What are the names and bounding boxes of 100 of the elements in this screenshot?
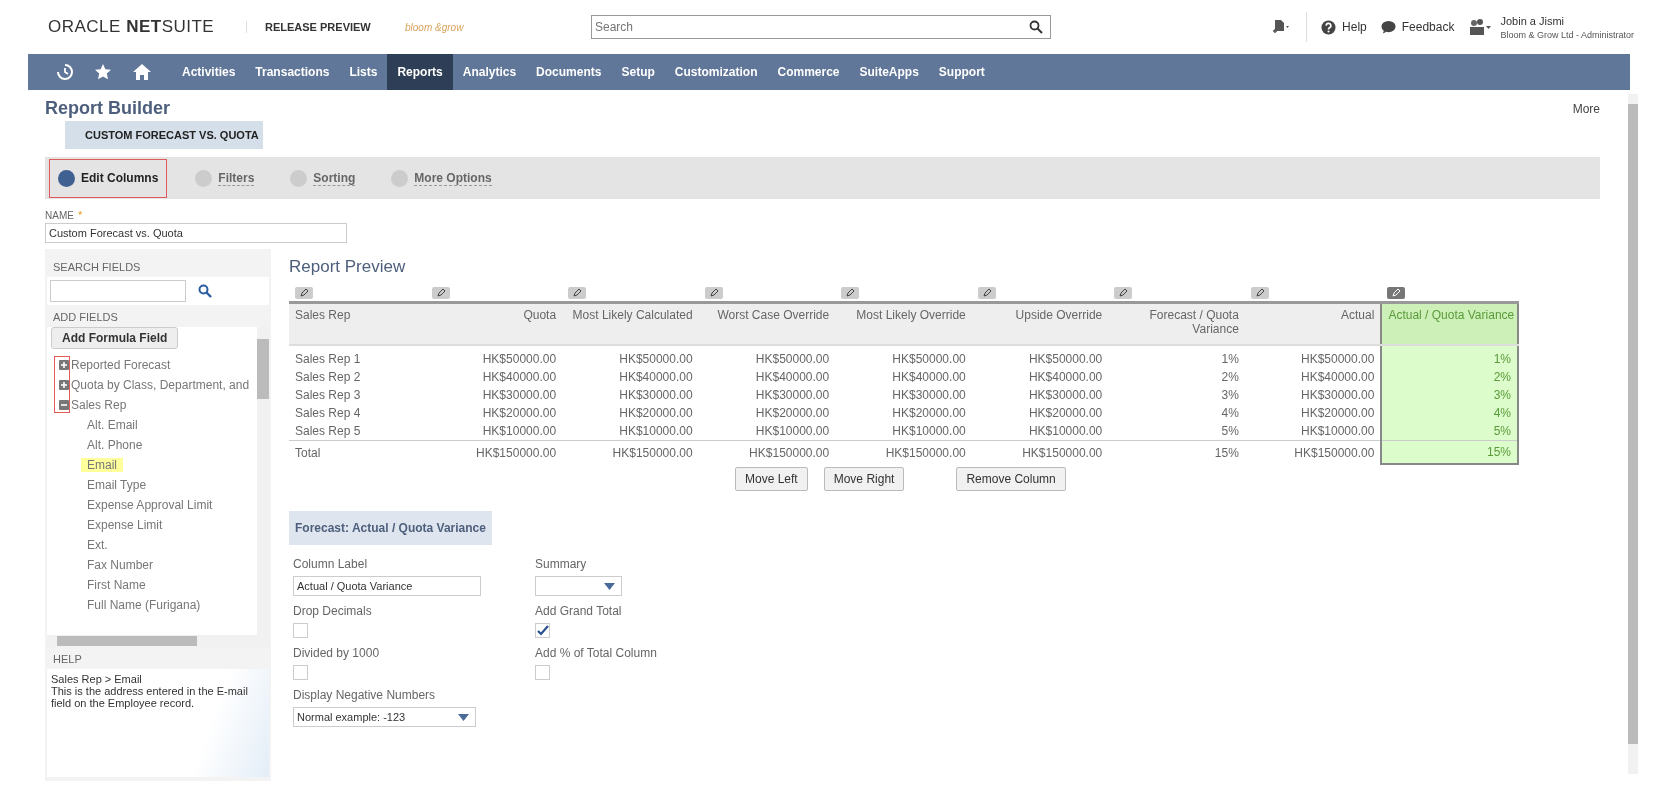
total-cell: HK$150000.00 — [562, 440, 699, 464]
checkbox[interactable] — [535, 623, 550, 638]
nav-tab[interactable]: Setup — [611, 54, 665, 90]
edit-column-icon[interactable] — [1250, 287, 1269, 299]
edit-column-icon[interactable] — [568, 287, 587, 299]
field-item[interactable]: Email Type — [87, 478, 147, 492]
edit-column-icon[interactable] — [431, 287, 450, 299]
step-tab[interactable]: Filters — [187, 159, 263, 197]
search-field[interactable]: Search — [591, 15, 1051, 39]
tree-item[interactable]: Quota by Class, Department, and — [71, 378, 250, 392]
table-cell-text: HK$40000.00 — [1027, 369, 1104, 386]
table-cell: 1% — [1381, 345, 1518, 368]
tree-item[interactable]: Reported Forecast — [71, 358, 171, 372]
more-link[interactable]: More — [1572, 101, 1600, 116]
table-cell: HK$50000.00 — [835, 345, 972, 368]
dropdown[interactable]: Normal example: -123 — [293, 707, 476, 727]
edit-column-icon[interactable] — [295, 287, 313, 299]
field-item[interactable]: Expense Approval Limit — [87, 498, 213, 512]
help-icon[interactable] — [1321, 19, 1337, 35]
field-item[interactable]: Full Name (Furigana) — [87, 598, 201, 612]
caret-icon[interactable] — [458, 713, 469, 721]
table-cell-text: HK$30000.00 — [1027, 387, 1104, 404]
table-cell: 1% — [1108, 345, 1245, 368]
help-path: Sales Rep > Email — [51, 673, 143, 685]
step-tab[interactable]: More Options — [383, 159, 500, 197]
column-header[interactable]: Quota — [425, 302, 563, 345]
field-item[interactable]: First Name — [87, 578, 146, 592]
column-action-button[interactable]: Remove Column — [956, 467, 1066, 491]
column-header[interactable]: Worst Case Override — [698, 302, 836, 345]
feedback-link[interactable]: Feedback — [1380, 20, 1455, 34]
add-formula-field-button[interactable]: Add Formula Field — [51, 327, 179, 349]
nav-tab[interactable]: Commerce — [767, 54, 850, 90]
field-search-input[interactable] — [50, 280, 186, 302]
field-item[interactable]: Alt. Email — [87, 418, 138, 432]
edit-column-icon[interactable] — [1387, 287, 1406, 299]
edit-column-icon[interactable] — [977, 287, 996, 299]
table-cell: 4% — [1381, 404, 1518, 422]
edit-column-icon[interactable] — [704, 287, 723, 299]
recent-history-icon[interactable] — [56, 63, 74, 81]
account-role: Bloom & Grow Ltd - Administrator — [1500, 29, 1634, 40]
column-header[interactable]: Actual — [1244, 302, 1382, 345]
table-cell-text: HK$40000.00 — [891, 369, 967, 386]
field-item[interactable]: Alt. Phone — [87, 438, 143, 452]
table-cell-text: HK$20000.00 — [754, 405, 831, 422]
field-label: Display Negative Numbers — [293, 688, 437, 702]
table-cell-text: Sales Rep 3 — [294, 387, 362, 404]
column-header[interactable]: Sales Rep — [289, 302, 426, 345]
table-cell-text: HK$20000.00 — [1027, 405, 1104, 422]
speech-bubble-icon[interactable] — [1380, 20, 1396, 34]
checkbox[interactable] — [293, 665, 308, 680]
nav-tab[interactable]: Customization — [664, 54, 768, 90]
nav-tab[interactable]: Support — [928, 54, 995, 90]
nav-tab[interactable]: Reports — [387, 54, 453, 90]
table-cell: HK$10000.00 — [698, 422, 836, 441]
column-header[interactable]: Most Likely Override — [835, 302, 972, 345]
field-label: Add Grand Total — [535, 604, 623, 618]
edit-column-icon[interactable] — [841, 287, 860, 299]
star-icon[interactable] — [94, 63, 112, 81]
nav-tab[interactable]: Lists — [339, 54, 388, 90]
help-link[interactable]: Help — [1321, 19, 1367, 35]
column-header[interactable]: Actual / Quota Variance — [1381, 302, 1518, 345]
column-action-button[interactable]: Move Right — [823, 467, 905, 491]
field-item[interactable]: Email — [81, 458, 123, 472]
column-header[interactable]: Most Likely Calculated — [562, 302, 699, 345]
user-roles-icon[interactable] — [1468, 19, 1493, 35]
nav-tab[interactable]: Transactions — [245, 54, 340, 90]
table-cell-text: 3% — [1220, 387, 1240, 404]
total-cell: HK$150000.00 — [698, 440, 836, 464]
edit-column-icon[interactable] — [1114, 287, 1133, 299]
page-scrollbar[interactable] — [1628, 94, 1638, 774]
table-cell: HK$50000.00 — [425, 345, 563, 368]
search-icon[interactable] — [1029, 20, 1043, 34]
step-tab[interactable]: Edit Columns — [49, 158, 168, 198]
field-item[interactable]: Ext. — [87, 538, 108, 552]
dropdown[interactable] — [535, 576, 622, 596]
step-tab[interactable]: Sorting — [282, 159, 364, 197]
nav-tab[interactable]: SuiteApps — [849, 54, 929, 90]
table-cell: HK$10000.00 — [1244, 422, 1382, 441]
page-title: Report Builder — [45, 98, 170, 119]
column-header[interactable]: Forecast / Quota Variance — [1108, 302, 1245, 345]
name-field[interactable]: Custom Forecast vs. Quota — [45, 223, 347, 243]
caret-icon[interactable] — [604, 582, 615, 590]
field-label: Divided by 1000 — [293, 646, 381, 660]
column-header[interactable]: Upside Override — [971, 302, 1109, 345]
nav-tab[interactable]: Documents — [526, 54, 612, 90]
home-icon[interactable] — [132, 63, 152, 81]
tree-item[interactable]: Sales Rep — [71, 398, 127, 412]
nav-tab[interactable]: Analytics — [452, 54, 527, 90]
column-action-button[interactable]: Move Left — [735, 467, 808, 491]
search-icon[interactable] — [198, 284, 212, 298]
checkbox[interactable] — [535, 665, 550, 680]
expand-toggle-icon[interactable] — [59, 400, 69, 410]
column-label-field[interactable]: Actual / Quota Variance — [293, 576, 481, 596]
expand-toggle-icon[interactable] — [59, 380, 69, 390]
field-item[interactable]: Fax Number — [87, 558, 154, 572]
checkbox[interactable] — [293, 623, 308, 638]
field-item[interactable]: Expense Limit — [87, 518, 163, 532]
oracle-netsuite-logo: ORACLE NETSUITE — [48, 17, 216, 37]
nav-tab[interactable]: Activities — [172, 54, 246, 90]
expand-toggle-icon[interactable] — [59, 360, 69, 370]
